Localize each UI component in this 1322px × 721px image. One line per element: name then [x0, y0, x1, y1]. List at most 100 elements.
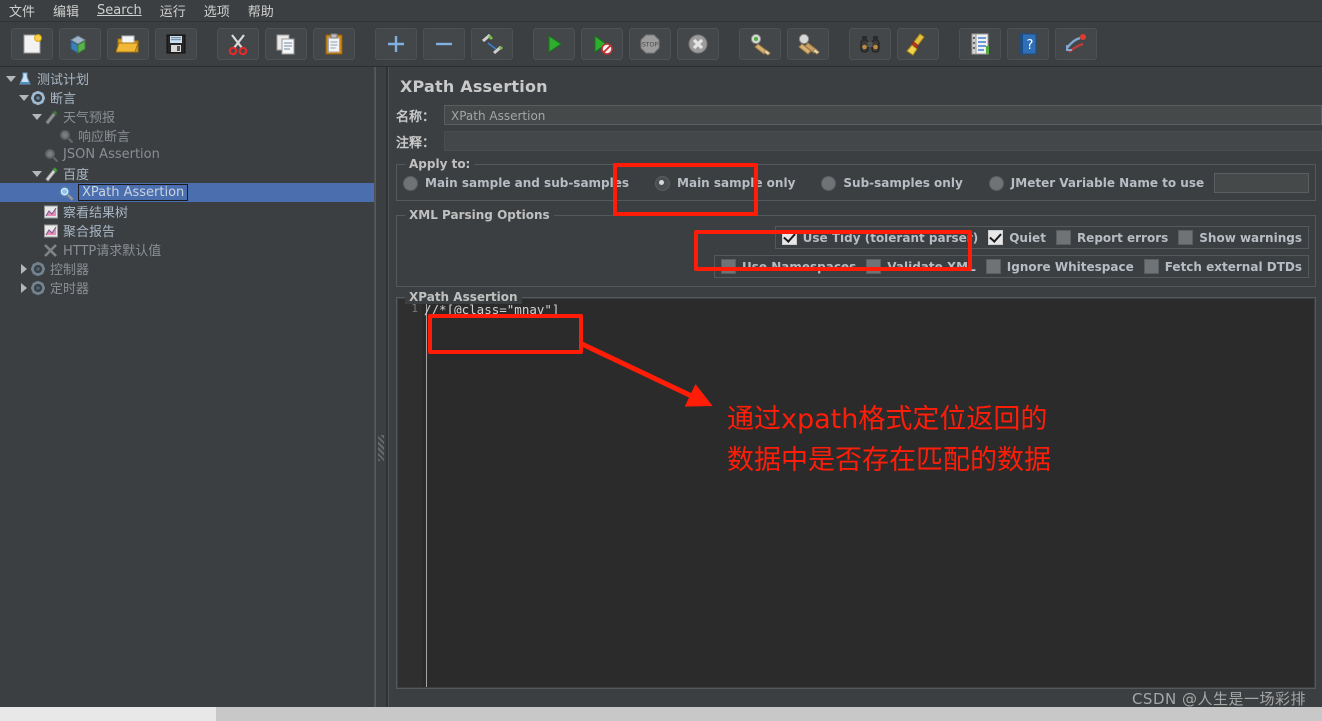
radio-main-sample-only[interactable]: Main sample only: [655, 175, 796, 191]
annotation-line-1: 通过xpath格式定位返回的: [727, 404, 1048, 435]
tree-node-2[interactable]: 天气预报: [0, 107, 374, 126]
tree-twisty-right-icon[interactable]: [17, 281, 30, 294]
xpath-assertion-legend: XPath Assertion: [405, 290, 522, 304]
quiet-label: Quiet: [1009, 230, 1046, 245]
bottom-horizontal-scrollbar[interactable]: [0, 707, 1322, 721]
radio-sub-samples-only-label: Sub-samples only: [843, 176, 963, 190]
toolbar-new-button[interactable]: [11, 28, 53, 60]
tree-node-11[interactable]: 定时器: [0, 278, 374, 297]
tree-node-label: 百度: [63, 168, 90, 183]
toolbar-expand-all-button[interactable]: [375, 28, 417, 60]
tree-node-0[interactable]: 测试计划: [0, 69, 374, 88]
bottom-scrollbar-thumb[interactable]: [216, 707, 1322, 721]
toolbar-function-helper-button[interactable]: [959, 28, 1001, 60]
use-tidy-checkbox-box[interactable]: [781, 230, 797, 245]
splitter-line-right: [386, 67, 387, 707]
tree-node-8[interactable]: 聚合报告: [0, 221, 374, 240]
radio-main-and-sub-dot[interactable]: [403, 175, 418, 191]
toolbar-collapse-all-button[interactable]: [423, 28, 465, 60]
tree-twisty-down-icon[interactable]: [30, 167, 43, 180]
pane-splitter[interactable]: [374, 67, 388, 707]
radio-jmeter-variable-dot[interactable]: [988, 175, 1004, 191]
tree-node-4[interactable]: JSON Assertion: [0, 145, 374, 164]
tree-node-label: 定时器: [50, 282, 90, 297]
tree-twisty-right-icon[interactable]: [17, 262, 30, 275]
toolbar-clear-button[interactable]: [739, 28, 781, 60]
menu-item-run[interactable]: 运行: [151, 0, 195, 23]
xpath-expression-editor[interactable]: 1 //*[@class="mnav"]: [398, 299, 1314, 687]
show-warnings-label: Show warnings: [1199, 230, 1302, 245]
checkbox-fetch-external-dtds[interactable]: Fetch external DTDs: [1143, 259, 1302, 274]
show-warnings-checkbox-box[interactable]: [1178, 230, 1194, 245]
tree-node-6[interactable]: XPath Assertion: [0, 183, 374, 202]
menu-item-help[interactable]: 帮助: [239, 0, 283, 23]
tree-node-10[interactable]: 控制器: [0, 259, 374, 278]
comment-input[interactable]: [444, 131, 1322, 151]
toolbar-clear-all-button[interactable]: [787, 28, 829, 60]
fetch-external-dtds-checkbox-box[interactable]: [1143, 259, 1159, 274]
new-icon: [23, 34, 42, 54]
test-plan-tree[interactable]: 测试计划 断言 天气预报 响应断言 JSON Assertion 百度 XPath Asse…: [0, 67, 374, 707]
menu-item-file[interactable]: 文件: [0, 0, 44, 23]
ignore-whitespace-checkbox-box[interactable]: [985, 259, 1001, 274]
splitter-grip[interactable]: [378, 435, 384, 461]
jmeter-variable-input[interactable]: [1214, 173, 1309, 193]
toolbar-stop-button[interactable]: STOP: [629, 28, 671, 60]
checkbox-use-tidy[interactable]: Use Tidy (tolerant parser): [781, 230, 978, 245]
assertion-icon: [43, 147, 60, 163]
toolbar-cut-button[interactable]: [217, 28, 259, 60]
use-namespaces-checkbox-box[interactable]: [721, 259, 737, 274]
menu-bar: 文件 编辑 Search 运行 选项 帮助: [0, 0, 1322, 22]
radio-main-sample-only-dot[interactable]: [655, 175, 671, 191]
toolbar-save-button[interactable]: [155, 28, 197, 60]
tree-node-9[interactable]: HTTP请求默认值: [0, 240, 374, 259]
checkbox-use-namespaces[interactable]: Use Namespaces: [721, 259, 856, 274]
toolbar-shutdown-button[interactable]: [677, 28, 719, 60]
name-input[interactable]: XPath Assertion: [444, 105, 1322, 125]
tree-node-3[interactable]: 响应断言: [0, 126, 374, 145]
xpath-expression-text[interactable]: //*[@class="mnav"]: [424, 299, 1314, 687]
tree-twisty-down-icon[interactable]: [17, 91, 30, 104]
xml-parsing-options-group: XML Parsing Options Use Tidy (tolerant p…: [396, 208, 1316, 287]
toolbar-open-button[interactable]: [107, 28, 149, 60]
ignore-whitespace-label: Ignore Whitespace: [1006, 259, 1134, 274]
tree-twisty-down-icon[interactable]: [30, 110, 43, 123]
menu-item-options[interactable]: 选项: [195, 0, 239, 23]
radio-jmeter-variable[interactable]: JMeter Variable Name to use: [988, 173, 1309, 193]
toolbar-toggle-button[interactable]: [471, 28, 513, 60]
tree-node-5[interactable]: 百度: [0, 164, 374, 183]
toolbar-help-button[interactable]: ?: [1007, 28, 1049, 60]
checkbox-quiet[interactable]: Quiet: [988, 230, 1046, 245]
menu-item-search[interactable]: Search: [88, 1, 151, 21]
toolbar-undo-button[interactable]: [1055, 28, 1097, 60]
toolbar-reset-search-button[interactable]: [897, 28, 939, 60]
toolbar-start-button[interactable]: [533, 28, 575, 60]
radio-sub-samples-only[interactable]: Sub-samples only: [821, 175, 963, 191]
validate-xml-label: Validate XML: [887, 259, 976, 274]
radio-sub-samples-only-dot[interactable]: [821, 175, 837, 191]
checkbox-validate-xml[interactable]: Validate XML: [866, 259, 976, 274]
checkbox-report-errors[interactable]: Report errors: [1055, 230, 1168, 245]
radio-main-and-sub[interactable]: Main sample and sub-samples: [403, 175, 629, 191]
report-errors-checkbox-box[interactable]: [1055, 230, 1071, 245]
thread-group-icon: [30, 280, 47, 296]
toolbar-paste-button[interactable]: [313, 28, 355, 60]
menu-item-edit[interactable]: 编辑: [44, 0, 88, 23]
tree-node-7[interactable]: 察看结果树: [0, 202, 374, 221]
tree-twisty-down-icon[interactable]: [4, 72, 17, 85]
toolbar-search-button[interactable]: [849, 28, 891, 60]
radio-main-sample-only-label: Main sample only: [677, 176, 796, 190]
tree-node-1[interactable]: 断言: [0, 88, 374, 107]
toolbar-start-no-pause-button[interactable]: [581, 28, 623, 60]
toolbar-copy-button[interactable]: [265, 28, 307, 60]
cut-icon: [228, 34, 248, 56]
validate-xml-checkbox-box[interactable]: [866, 259, 882, 274]
checkbox-ignore-whitespace[interactable]: Ignore Whitespace: [985, 259, 1134, 274]
xpath-assertion-group: XPath Assertion 1 //*[@class="mnav"]: [396, 290, 1316, 689]
binoculars-icon: [860, 36, 880, 53]
quiet-checkbox-box[interactable]: [988, 230, 1004, 245]
toolbar-templates-button[interactable]: [59, 28, 101, 60]
checkbox-show-warnings[interactable]: Show warnings: [1178, 230, 1302, 245]
